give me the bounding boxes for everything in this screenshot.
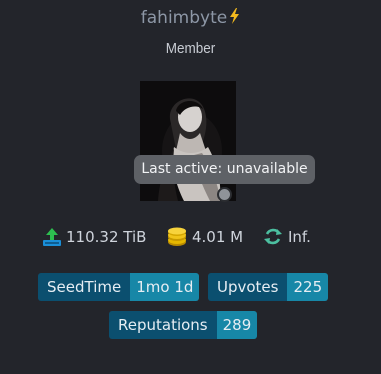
last-active-tooltip: Last active: unavailable <box>134 155 315 184</box>
seedtime-badge[interactable]: SeedTime 1mo 1d <box>38 273 200 301</box>
profile-card: fahimbyte Member Last active: unavailabl… <box>0 0 381 374</box>
sync-icon <box>264 228 282 245</box>
bonus-value: 4.01 M <box>192 228 244 246</box>
upvotes-label: Upvotes <box>208 273 288 301</box>
upvotes-value: 225 <box>287 273 329 301</box>
online-status-indicator[interactable] <box>217 187 232 202</box>
user-rank: Member <box>165 40 216 57</box>
upload-icon <box>43 228 61 246</box>
lightning-icon <box>229 8 240 29</box>
username[interactable]: fahimbyte <box>141 8 227 28</box>
seedtime-value: 1mo 1d <box>130 273 200 301</box>
reputations-badge[interactable]: Reputations 289 <box>109 311 258 339</box>
bonus-stat: 4.01 M <box>167 224 243 250</box>
coins-icon <box>168 227 186 246</box>
ratio-value: Inf. <box>288 228 311 246</box>
upload-value: 110.32 TiB <box>66 228 147 246</box>
upvotes-badge[interactable]: Upvotes 225 <box>208 273 329 301</box>
upload-stat: 110.32 TiB <box>42 224 146 250</box>
reputations-value: 289 <box>216 311 258 339</box>
username-row: fahimbyte <box>0 8 381 29</box>
seedtime-label: SeedTime <box>38 273 131 301</box>
ratio-stat: Inf. <box>263 224 311 250</box>
reputations-label: Reputations <box>109 311 217 339</box>
